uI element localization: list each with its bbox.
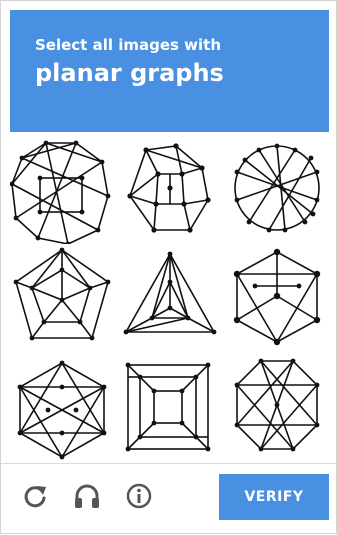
image-tile-9[interactable]: [225, 355, 329, 461]
instruction-text: Select all images with: [35, 36, 222, 54]
image-tile-8[interactable]: [118, 355, 222, 461]
target-text: planar graphs: [35, 59, 224, 87]
info-button[interactable]: [125, 482, 153, 510]
complex-polygon-graph: [10, 140, 111, 244]
image-tile-4[interactable]: [10, 246, 114, 352]
circle-star-graph: [234, 143, 320, 233]
image-tile-5[interactable]: [118, 246, 222, 352]
image-tile-3[interactable]: [225, 138, 329, 244]
hexagon-cube-graph: [233, 248, 321, 346]
nested-squares-graph: [125, 362, 211, 452]
info-icon: [126, 483, 152, 509]
verify-button[interactable]: VERIFY: [219, 474, 329, 520]
captcha-footer: VERIFY: [1, 464, 337, 535]
image-tile-6[interactable]: [225, 246, 329, 352]
captcha-frame: Select all images with planar graphs VER…: [0, 0, 337, 534]
octagon-graph: [234, 358, 320, 452]
audio-challenge-button[interactable]: [73, 482, 101, 510]
reload-icon: [24, 486, 46, 508]
image-tile-1[interactable]: [10, 138, 114, 244]
image-tile-2[interactable]: [118, 138, 222, 244]
hexagon-star-graph: [17, 360, 107, 460]
heptagon-graph: [127, 143, 211, 233]
challenge-header: Select all images with planar graphs: [10, 10, 329, 132]
headphones-icon: [75, 484, 99, 508]
image-tile-7[interactable]: [10, 355, 114, 461]
image-grid: [10, 138, 329, 461]
pentagon-graph: [13, 247, 111, 341]
triangle-graph: [123, 251, 217, 335]
reload-button[interactable]: [21, 482, 49, 510]
